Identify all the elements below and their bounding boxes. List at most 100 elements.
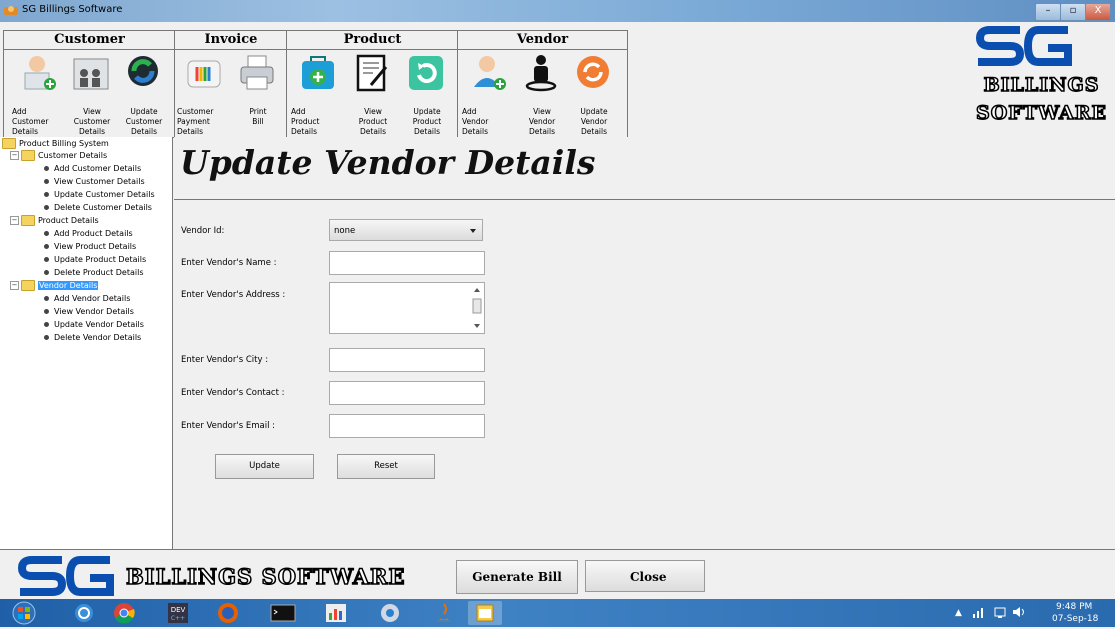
add-vendor-icon — [474, 56, 506, 90]
show-hidden-icons-icon[interactable]: ▲ — [955, 608, 962, 618]
update-customer-label: Update Customer Details — [125, 107, 163, 136]
clock-time[interactable]: 9:48 PM — [1056, 602, 1092, 612]
tree-item-label: View Customer Details — [54, 177, 145, 186]
view-product-label: View Product Details — [358, 107, 388, 136]
app-icon — [4, 6, 18, 15]
leaf-icon — [44, 270, 49, 275]
generate-bill-button[interactable]: Generate Bill — [456, 560, 578, 594]
terminal-icon[interactable] — [265, 601, 301, 625]
view-customer-button[interactable]: View Customer Details — [64, 51, 120, 136]
dev-cpp-icon[interactable]: DEVC++ — [160, 601, 196, 625]
tree-item[interactable]: View Vendor Details — [44, 306, 134, 318]
tree-item-label: View Vendor Details — [54, 307, 134, 316]
tree-item[interactable]: View Customer Details — [44, 176, 145, 188]
vendor-city-label: Enter Vendor's City : — [181, 355, 269, 365]
reset-button[interactable]: Reset — [337, 454, 435, 479]
tree-item-label: Update Customer Details — [54, 190, 155, 199]
active-app-button[interactable] — [468, 601, 502, 625]
view-customer-label: View Customer Details — [73, 107, 111, 136]
tree-vendor-details[interactable]: − Vendor Details — [10, 280, 99, 292]
update-vendor-button[interactable]: Update Vendor Details — [566, 51, 622, 136]
tree-item[interactable]: Add Vendor Details — [44, 293, 130, 305]
printer-icon — [240, 55, 274, 90]
leaf-icon — [44, 296, 49, 301]
tree-item-label: View Product Details — [54, 242, 137, 251]
vendor-email-label: Enter Vendor's Email : — [181, 421, 275, 431]
clock-date[interactable]: 07-Sep-18 — [1052, 614, 1098, 624]
collapse-icon[interactable]: − — [10, 151, 19, 160]
leaf-icon — [44, 257, 49, 262]
vendor-address-textarea[interactable] — [329, 282, 485, 334]
vendor-id-select[interactable]: none — [329, 219, 483, 241]
close-button[interactable]: Close — [585, 560, 705, 592]
tree-item[interactable]: Add Customer Details — [44, 163, 141, 175]
refresh-icon — [409, 56, 443, 90]
java-icon[interactable] — [426, 601, 462, 625]
update-button[interactable]: Update — [215, 454, 314, 479]
tree-root[interactable]: Product Billing System — [2, 138, 109, 150]
tree-item[interactable]: Update Customer Details — [44, 189, 155, 201]
document-edit-icon — [356, 54, 388, 92]
update-product-button[interactable]: Update Product Details — [399, 51, 455, 136]
update-vendor-label: Update Vendor Details — [580, 107, 608, 136]
tree-item[interactable]: Delete Product Details — [44, 267, 143, 279]
view-vendor-button[interactable]: View Vendor Details — [514, 51, 570, 136]
bottom-brand-text: BILLINGS SOFTWARE — [125, 563, 406, 590]
window-title: SG Billings Software — [22, 4, 123, 15]
signal-icon[interactable] — [972, 606, 986, 618]
vendor-name-field[interactable] — [329, 251, 485, 275]
add-product-button[interactable]: Add Product Details — [291, 51, 347, 136]
vendor-contact-field[interactable] — [329, 381, 485, 405]
maximize-button[interactable]: ▫ — [1060, 3, 1086, 21]
tree-product-label: Product Details — [38, 216, 99, 225]
print-bill-button[interactable]: Print Bill — [230, 51, 286, 135]
collapse-icon[interactable]: − — [10, 281, 19, 290]
close-window-button[interactable]: X — [1085, 3, 1111, 21]
wallet-icon — [187, 60, 221, 88]
customer-payment-button[interactable]: Customer Payment Details — [177, 51, 233, 136]
vendor-address-label: Enter Vendor's Address : — [181, 290, 286, 300]
tree-item-label: Add Product Details — [54, 229, 133, 238]
tree-item[interactable]: Update Product Details — [44, 254, 146, 266]
tree-customer-details[interactable]: − Customer Details — [10, 150, 107, 162]
logo-line-2: SOFTWARE — [975, 101, 1108, 125]
add-vendor-button[interactable]: Add Vendor Details — [462, 51, 518, 136]
tree-item-label: Delete Product Details — [54, 268, 144, 277]
folder-icon — [2, 138, 16, 149]
sync-app-icon[interactable] — [66, 601, 102, 625]
network-icon[interactable] — [994, 606, 1006, 618]
tree-item-label: Update Product Details — [54, 255, 147, 264]
firefox-icon[interactable] — [210, 601, 246, 625]
volume-icon[interactable] — [1012, 606, 1026, 618]
chart-app-icon[interactable] — [318, 601, 354, 625]
vendor-city-field[interactable] — [329, 348, 485, 372]
tree-item[interactable]: Add Product Details — [44, 228, 133, 240]
vendor-group-title: Vendor — [458, 31, 627, 50]
chrome-icon[interactable] — [106, 601, 142, 625]
folder-icon — [21, 280, 35, 291]
tree-item[interactable]: View Product Details — [44, 241, 136, 253]
tree-item[interactable]: Delete Vendor Details — [44, 332, 141, 344]
leaf-icon — [44, 231, 49, 236]
tree-item[interactable]: Delete Customer Details — [44, 202, 152, 214]
add-user-icon — [24, 56, 56, 90]
tree-item-label: Add Vendor Details — [54, 294, 131, 303]
tree-product-details[interactable]: − Product Details — [10, 215, 99, 227]
add-customer-button[interactable]: Add Customer Details — [12, 51, 68, 136]
update-customer-button[interactable]: Update Customer Details — [116, 51, 172, 136]
start-button-icon[interactable] — [6, 601, 42, 625]
vendor-email-field[interactable] — [329, 414, 485, 438]
scrollbar[interactable] — [472, 285, 482, 331]
folder-icon — [21, 215, 35, 226]
media-player-icon[interactable] — [372, 601, 408, 625]
minimize-button[interactable]: – — [1035, 3, 1061, 21]
view-product-button[interactable]: View Product Details — [345, 51, 401, 136]
tree-item[interactable]: Update Vendor Details — [44, 319, 144, 331]
tree-root-label: Product Billing System — [19, 139, 109, 148]
collapse-icon[interactable]: − — [10, 216, 19, 225]
leaf-icon — [44, 205, 49, 210]
print-bill-label: Print Bill — [249, 107, 267, 126]
customer-payment-label: Customer Payment Details — [177, 107, 214, 136]
add-product-icon — [302, 56, 334, 89]
sg-logo-icon — [976, 26, 1072, 66]
